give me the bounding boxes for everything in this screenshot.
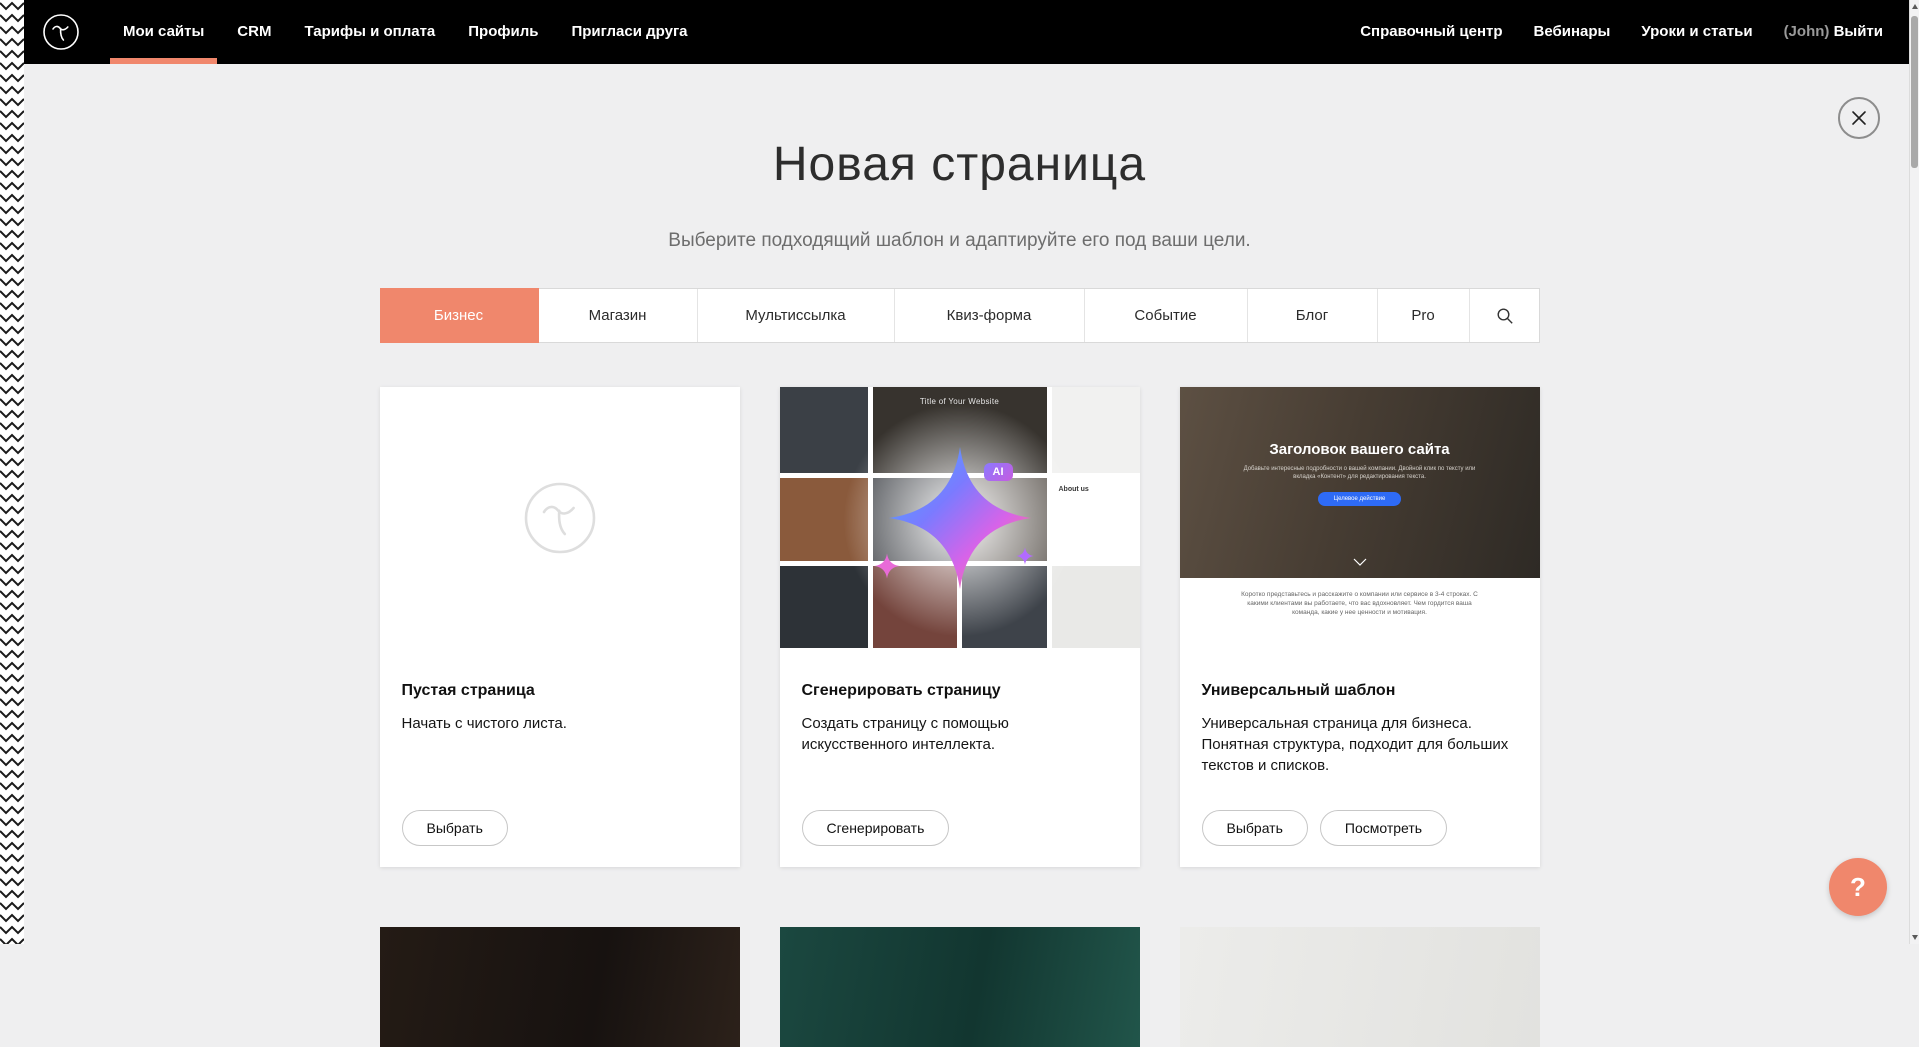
nav-item-label: Тарифы и оплата: [304, 23, 435, 40]
nav-item-crm[interactable]: CRM: [237, 0, 271, 64]
nav-item-label: Пригласи друга: [571, 23, 687, 40]
help-button[interactable]: ?: [1829, 858, 1887, 916]
choose-button[interactable]: Выбрать: [402, 810, 508, 846]
tab-label: Бизнес: [434, 307, 483, 324]
tab-pro[interactable]: Pro: [1378, 289, 1470, 342]
zigzag-edge-decoration: [0, 0, 24, 944]
nav-item-my-sites[interactable]: Мои сайты: [123, 0, 204, 64]
card-body: Сгенерировать страницу Создать страницу …: [780, 648, 1140, 755]
template-card-partial[interactable]: [780, 927, 1140, 1047]
tab-shop[interactable]: Магазин: [539, 289, 698, 342]
template-card-blank-page: Пустая страница Начать с чистого листа. …: [380, 387, 740, 867]
scrollbar-thumb[interactable]: [1911, 16, 1918, 168]
nav-item-logout[interactable]: (John) Выйти: [1784, 0, 1883, 64]
small-sparkle-icon: [1016, 547, 1034, 565]
logout-label: Выйти: [1834, 23, 1883, 40]
card-buttons: Выбрать Посмотреть: [1202, 810, 1448, 846]
universal-template-preview[interactable]: Заголовок вашего сайта Добавьте интересн…: [1180, 387, 1540, 648]
blank-page-preview[interactable]: [380, 387, 740, 648]
template-card-universal: Заголовок вашего сайта Добавьте интересн…: [1180, 387, 1540, 867]
new-page-modal: Новая страница Выберите подходящий шабло…: [0, 0, 1919, 1047]
tab-business[interactable]: Бизнес: [380, 288, 539, 343]
top-navbar: Мои сайты CRM Тарифы и оплата Профиль Пр…: [24, 0, 1909, 64]
tab-multilink[interactable]: Мультиссылка: [698, 289, 895, 342]
template-card-partial[interactable]: [1180, 927, 1540, 1047]
tab-label: Магазин: [589, 307, 647, 324]
card-buttons: Выбрать: [402, 810, 508, 846]
card-buttons: Сгенерировать: [802, 810, 950, 846]
scrollbar[interactable]: [1909, 0, 1919, 944]
nav-item-label: CRM: [237, 23, 271, 40]
template-card-partial[interactable]: [380, 927, 740, 1047]
tab-label: Квиз-форма: [947, 307, 1032, 324]
preview-subtext: Добавьте интересные подробности о вашей …: [1244, 465, 1476, 481]
nav-item-label: Профиль: [468, 23, 538, 40]
template-card-ai-generate: Title of Your Website About us: [780, 387, 1140, 867]
nav-item-help-center[interactable]: Справочный центр: [1360, 0, 1502, 64]
template-grid-row2: [380, 927, 1540, 1047]
scrollbar-down-arrow[interactable]: [1912, 935, 1918, 940]
card-title: Пустая страница: [402, 682, 718, 700]
tab-blog[interactable]: Блог: [1248, 289, 1378, 342]
ai-generate-preview[interactable]: Title of Your Website About us: [780, 387, 1140, 648]
preview-button[interactable]: Посмотреть: [1320, 810, 1447, 846]
nav-item-invite-friend[interactable]: Пригласи друга: [571, 0, 687, 64]
close-button[interactable]: [1838, 97, 1880, 139]
nav-item-profile[interactable]: Профиль: [468, 0, 538, 64]
user-name: (John): [1784, 23, 1830, 40]
navbar-left-group: Мои сайты CRM Тарифы и оплата Профиль Пр…: [42, 0, 688, 64]
tab-label: Мультиссылка: [745, 307, 845, 324]
nav-item-label: Вебинары: [1534, 23, 1611, 40]
card-description: Создать страницу с помощью искусственног…: [802, 713, 1118, 755]
page-title: Новая страница: [0, 138, 1919, 192]
tilda-logo-icon[interactable]: [42, 13, 80, 51]
nav-item-label: Мои сайты: [123, 23, 204, 40]
preview-hero-section: Заголовок вашего сайта Добавьте интересн…: [1180, 387, 1540, 578]
card-body: Универсальный шаблон Универсальная стран…: [1180, 648, 1540, 776]
card-title: Универсальный шаблон: [1202, 682, 1518, 700]
tab-label: Блог: [1296, 307, 1328, 324]
nav-item-label: Уроки и статьи: [1641, 23, 1752, 40]
navbar-right-group: Справочный центр Вебинары Уроки и статьи…: [1360, 0, 1883, 64]
nav-item-label: Справочный центр: [1360, 23, 1502, 40]
card-description: Начать с чистого листа.: [402, 713, 718, 734]
small-sparkle-icon: [874, 553, 900, 579]
chevron-down-icon: [1353, 558, 1367, 566]
ai-badge: AI: [984, 463, 1013, 481]
tab-label: Pro: [1411, 307, 1434, 324]
tab-search[interactable]: [1470, 289, 1540, 342]
template-grid: Пустая страница Начать с чистого листа. …: [380, 387, 1540, 867]
nav-item-pricing[interactable]: Тарифы и оплата: [304, 0, 435, 64]
close-icon: [1851, 110, 1867, 126]
tab-event[interactable]: Событие: [1085, 289, 1248, 342]
generate-button[interactable]: Сгенерировать: [802, 810, 950, 846]
search-icon: [1496, 307, 1514, 325]
scrollbar-up-arrow[interactable]: [1912, 4, 1918, 9]
nav-item-webinars[interactable]: Вебинары: [1534, 0, 1611, 64]
tilda-watermark-icon: [522, 480, 598, 556]
card-body: Пустая страница Начать с чистого листа.: [380, 648, 740, 734]
preview-cta-button: Целевое действие: [1318, 492, 1402, 506]
nav-item-lessons[interactable]: Уроки и статьи: [1641, 0, 1752, 64]
choose-button[interactable]: Выбрать: [1202, 810, 1308, 846]
tab-label: Событие: [1134, 307, 1196, 324]
preview-heading: Заголовок вашего сайта: [1180, 387, 1540, 458]
preview-body-text: Коротко представьтесь и расскажите о ком…: [1180, 578, 1540, 617]
page-subtitle: Выберите подходящий шаблон и адаптируйте…: [0, 230, 1919, 252]
card-description: Универсальная страница для бизнеса. Поня…: [1202, 713, 1518, 776]
template-category-tabs: Бизнес Магазин Мультиссылка Квиз-форма С…: [380, 288, 1540, 343]
card-title: Сгенерировать страницу: [802, 682, 1118, 700]
tab-quiz-form[interactable]: Квиз-форма: [895, 289, 1085, 342]
active-nav-underline: [110, 58, 217, 64]
